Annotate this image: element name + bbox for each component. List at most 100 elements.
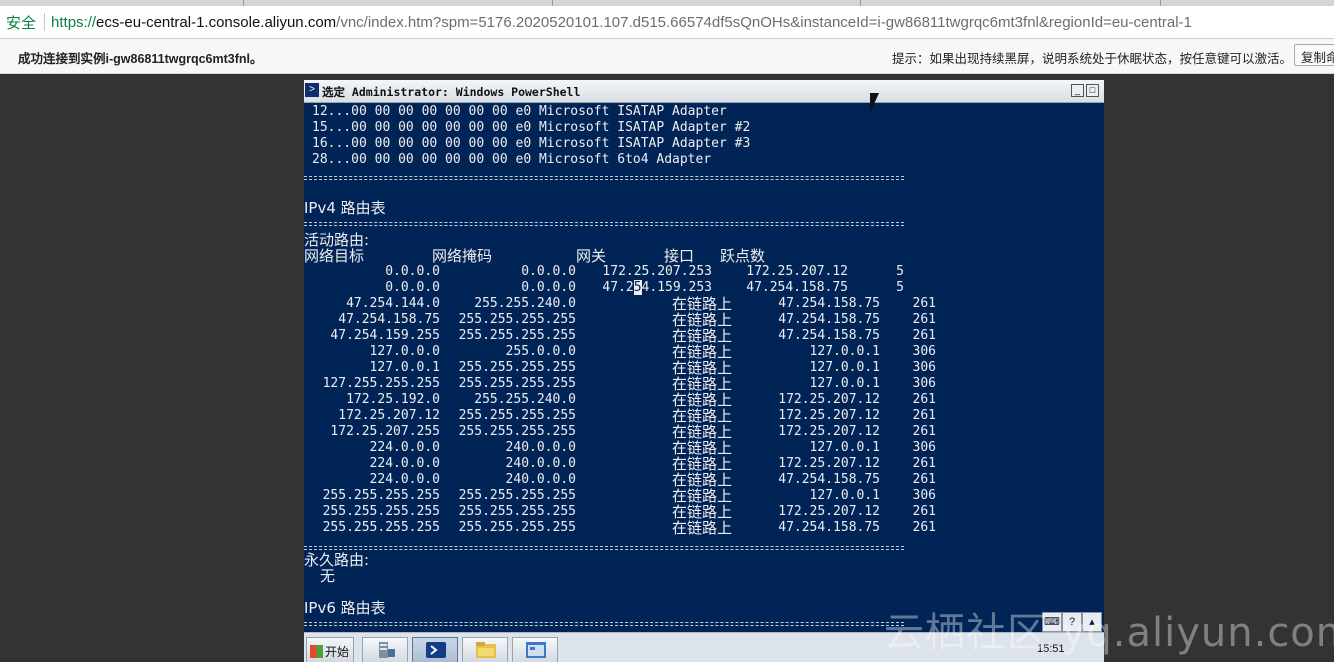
route-metric: 261	[912, 296, 936, 311]
route-mask: 240.0.0.0	[505, 472, 576, 487]
route-interface: 47.254.158.75	[778, 312, 880, 327]
route-interface: 172.25.207.12	[778, 424, 880, 439]
route-metric: 306	[912, 360, 936, 375]
route-metric: 306	[912, 488, 936, 503]
taskbar-server-manager[interactable]	[362, 637, 408, 662]
route-gateway-onlink: 在链路上	[672, 487, 733, 505]
maximize-button[interactable]: □	[1086, 84, 1099, 97]
route-mask: 255.255.240.0	[474, 296, 576, 311]
route-metric: 261	[912, 424, 936, 439]
route-metric: 306	[912, 376, 936, 391]
minimize-button[interactable]: _	[1071, 84, 1084, 97]
separator-line	[304, 222, 904, 223]
url-text[interactable]: https://ecs-eu-central-1.console.aliyun.…	[51, 14, 1192, 31]
route-gateway-onlink: 在链路上	[672, 327, 733, 345]
window-app-icon	[526, 642, 546, 658]
separator-line	[304, 179, 904, 180]
route-mask: 255.255.255.255	[458, 520, 576, 535]
powershell-icon: >	[305, 83, 319, 97]
route-metric: 261	[912, 312, 936, 327]
route-interface: 127.0.0.1	[809, 360, 880, 375]
separator-line	[304, 176, 904, 177]
route-mask: 255.255.255.255	[458, 488, 576, 503]
url-host: ecs-eu-central-1.console.aliyun.com	[96, 13, 337, 31]
route-dest: 224.0.0.0	[369, 472, 440, 487]
route-dest: 127.0.0.0	[369, 344, 440, 359]
powershell-title-bar[interactable]: > 选定 Administrator: Windows PowerShell _…	[304, 80, 1104, 103]
route-gateway-onlink: 在链路上	[672, 359, 733, 377]
start-button[interactable]: 开始	[306, 637, 354, 662]
route-gateway-onlink: 在链路上	[672, 391, 733, 409]
route-mask: 255.255.240.0	[474, 392, 576, 407]
taskbar-explorer[interactable]	[462, 637, 508, 662]
route-interface: 47.254.158.75	[778, 520, 880, 535]
route-metric: 261	[912, 392, 936, 407]
route-dest: 224.0.0.0	[369, 440, 440, 455]
console-cursor: 5	[633, 280, 642, 295]
route-mask: 255.255.255.255	[458, 504, 576, 519]
route-metric: 306	[912, 440, 936, 455]
secure-indicator[interactable]: 安全	[6, 12, 36, 33]
route-dest: 224.0.0.0	[369, 456, 440, 471]
route-mask: 240.0.0.0	[505, 440, 576, 455]
separator-line	[304, 549, 904, 550]
route-row: 0.0.0.0 0.0.0.0 172.25.207.253 172.25.20…	[385, 264, 904, 279]
powershell-title: 选定 Administrator: Windows PowerShell	[322, 85, 581, 99]
header-gateway: 网关	[576, 247, 607, 265]
route-interface: 47.254.158.75	[778, 296, 880, 311]
route-gateway-onlink: 在链路上	[672, 311, 733, 329]
header-metric: 跃点数	[720, 247, 766, 265]
route-dest: 127.255.255.255	[322, 376, 440, 391]
route-gateway-onlink: 在链路上	[672, 455, 733, 473]
windows-logo-icon	[310, 645, 323, 658]
server-manager-icon	[379, 642, 395, 658]
route-dest: 255.255.255.255	[322, 504, 440, 519]
vnc-info-bar: 成功连接到实例i-gw86811twgrqc6mt3fnl。 提示：如果出现持续…	[0, 39, 1334, 74]
route-interface: 127.0.0.1	[809, 344, 880, 359]
route-metric: 261	[912, 328, 936, 343]
header-mask: 网络掩码	[432, 247, 493, 265]
route-dest: 127.0.0.1	[369, 360, 440, 375]
route-gateway-onlink: 在链路上	[672, 375, 733, 393]
address-bar[interactable]: 安全 https://ecs-eu-central-1.console.aliy…	[0, 6, 1334, 39]
route-dest: 47.254.158.75	[338, 312, 440, 327]
route-interface: 127.0.0.1	[809, 376, 880, 391]
route-mask: 255.255.255.255	[458, 312, 576, 327]
url-path: /vnc/index.htm?spm=5176.2020520101.107.d…	[336, 13, 1192, 31]
separator-line	[304, 546, 904, 547]
route-mask: 255.255.255.255	[458, 424, 576, 439]
route-gateway-onlink: 在链路上	[672, 407, 733, 425]
copy-command-button[interactable]: 复制命令	[1294, 44, 1334, 66]
route-mask: 240.0.0.0	[505, 456, 576, 471]
route-interface: 172.25.207.12	[778, 408, 880, 423]
route-dest: 172.25.207.255	[330, 424, 440, 439]
separator-line	[304, 622, 904, 623]
route-dest: 172.25.192.0	[346, 392, 440, 407]
powershell-icon	[426, 642, 446, 658]
route-gateway-onlink: 在链路上	[672, 295, 733, 313]
route-gateway-onlink: 在链路上	[672, 503, 733, 521]
route-metric: 306	[912, 344, 936, 359]
sleep-tip: 提示：如果出现持续黑屏，说明系统处于休眠状态，按任意键可以激活。	[892, 52, 1293, 66]
route-interface: 127.0.0.1	[809, 440, 880, 455]
vnc-screen[interactable]: > 选定 Administrator: Windows PowerShell _…	[304, 80, 1104, 662]
route-mask: 255.255.255.255	[458, 360, 576, 375]
route-gateway-onlink: 在链路上	[672, 519, 733, 537]
route-dest: 172.25.207.12	[338, 408, 440, 423]
separator-line	[304, 225, 904, 226]
route-metric: 261	[912, 408, 936, 423]
route-interface: 172.25.207.12	[778, 504, 880, 519]
header-iface: 接口	[664, 247, 695, 265]
route-interface: 127.0.0.1	[809, 488, 880, 503]
header-dest: 网络目标	[304, 247, 365, 265]
folder-icon	[476, 642, 496, 658]
taskbar-powershell[interactable]	[412, 637, 458, 662]
route-metric: 261	[912, 472, 936, 487]
route-gateway-onlink: 在链路上	[672, 439, 733, 457]
route-interface: 47.254.158.75	[778, 472, 880, 487]
route-metric: 261	[912, 504, 936, 519]
taskbar-app[interactable]	[512, 637, 558, 662]
route-gateway-onlink: 在链路上	[672, 471, 733, 489]
route-dest: 47.254.144.0	[346, 296, 440, 311]
route-interface: 172.25.207.12	[778, 456, 880, 471]
